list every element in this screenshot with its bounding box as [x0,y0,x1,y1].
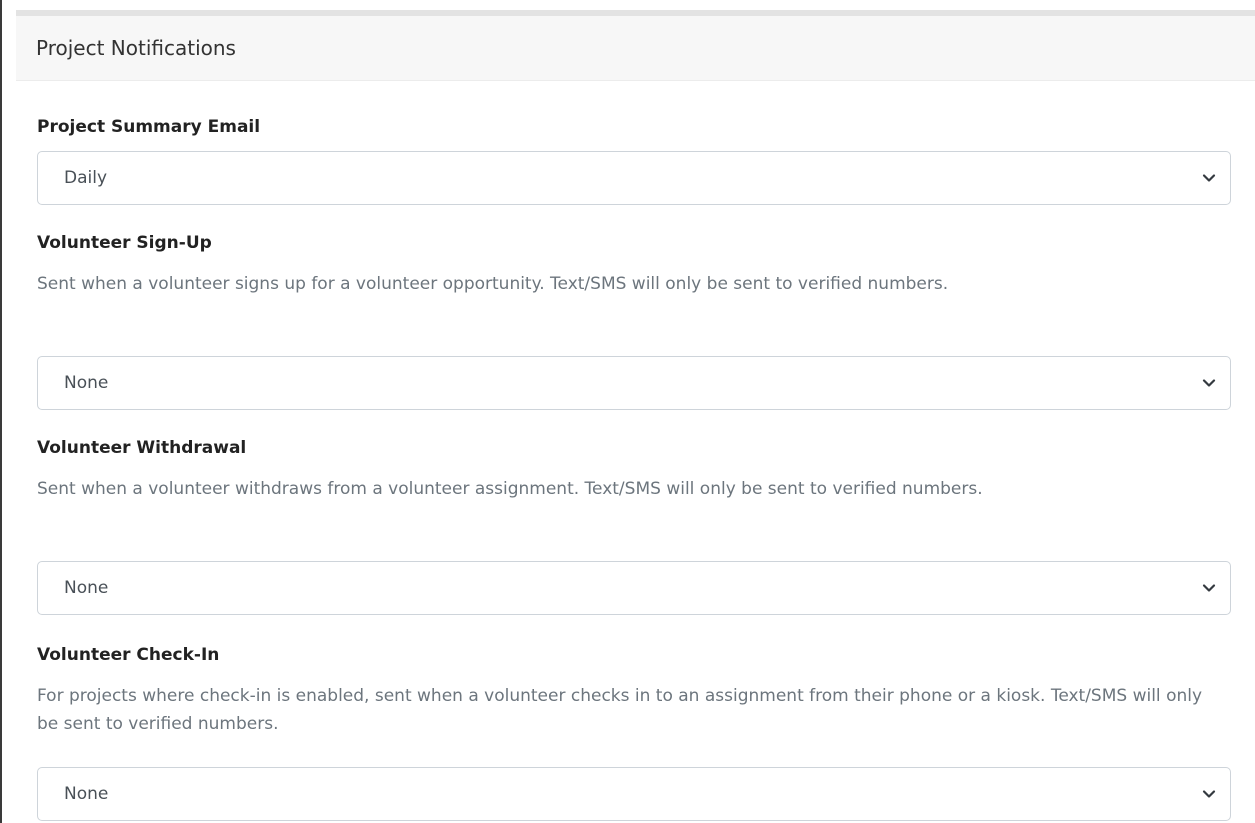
page-left-border [0,0,2,823]
project-summary-email-select[interactable]: Daily [37,151,1231,205]
select-value: Daily [64,168,108,188]
field-project-summary-email: Project Summary Email [37,115,260,139]
project-notifications-card: Project Notifications Project Summary Em… [16,10,1255,823]
card-header: Project Notifications [16,16,1255,81]
volunteer-withdrawal-select[interactable]: None [37,561,1231,615]
chevron-down-icon [1202,581,1216,595]
chevron-down-icon [1202,376,1216,390]
field-volunteer-sign-up: Volunteer Sign-Up Sent when a volunteer … [37,231,1217,298]
field-label: Project Summary Email [37,117,261,137]
volunteer-check-in-select[interactable]: None [37,767,1231,821]
field-volunteer-withdrawal: Volunteer Withdrawal Sent when a volunte… [37,436,1217,503]
select-value: None [64,373,109,393]
chevron-down-icon [1202,171,1216,185]
field-volunteer-check-in: Volunteer Check-In For projects where ch… [37,643,1217,738]
field-label: Volunteer Check-In [37,645,220,665]
field-help-text: Sent when a volunteer signs up for a vol… [37,274,949,294]
volunteer-sign-up-select[interactable]: None [37,356,1231,410]
select-value: None [64,784,109,804]
field-help-text: For projects where check-in is enabled, … [37,686,1203,734]
select-value: None [64,578,109,598]
field-help-text: Sent when a volunteer withdraws from a v… [37,479,983,499]
field-label: Volunteer Withdrawal [37,438,247,458]
card-title: Project Notifications [36,36,236,60]
field-label: Volunteer Sign-Up [37,233,212,253]
chevron-down-icon [1202,787,1216,801]
